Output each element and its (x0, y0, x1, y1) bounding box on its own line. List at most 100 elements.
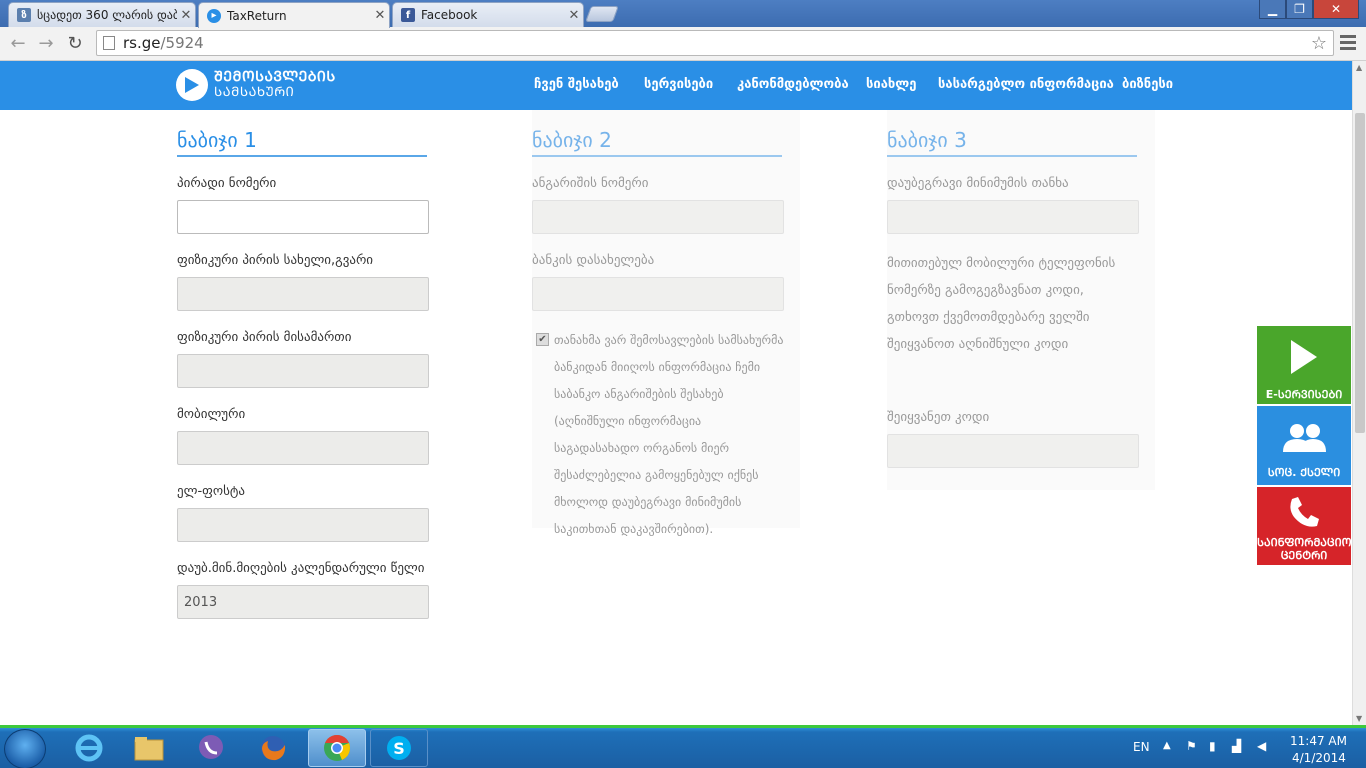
rs-favicon-icon: ▸ (207, 8, 221, 23)
firefox-taskbar-icon[interactable] (244, 729, 302, 767)
account-number-label: ანგარიშის ნომერი (532, 176, 649, 191)
windows-taskbar: S EN ▲ ⚑ ▮ ▟ ◀ 11:47 AM 4/1/2014 (0, 725, 1366, 768)
chrome-taskbar-icon[interactable] (308, 729, 366, 767)
skype-taskbar-icon[interactable]: S (370, 729, 428, 767)
scroll-up-icon[interactable]: ▲ (1356, 63, 1362, 72)
tab-facebook[interactable]: f Facebook ✕ (392, 2, 584, 27)
page-scrollbar[interactable]: ▲ ▼ (1352, 61, 1366, 725)
logo-mark-icon (176, 69, 208, 101)
close-window-icon[interactable]: ✕ (1313, 0, 1359, 19)
language-indicator[interactable]: EN (1133, 740, 1150, 754)
amount-label: დაუბეგრავი მინიმუმის თანხა (887, 176, 1069, 191)
close-icon[interactable]: ✕ (371, 8, 389, 23)
nav-news[interactable]: სიახლე (866, 77, 916, 92)
tab-label: TaxReturn (227, 8, 287, 23)
personal-number-label: პირადი ნომერი (177, 176, 277, 191)
close-icon[interactable]: ✕ (177, 8, 195, 23)
close-icon[interactable]: ✕ (565, 8, 583, 23)
consent-checkbox[interactable]: ✔ (536, 333, 549, 346)
amount-input[interactable] (887, 200, 1139, 234)
network-signal-icon[interactable]: ▟ (1232, 739, 1241, 753)
nav-legislation[interactable]: კანონმდებლობა (737, 77, 849, 92)
explorer-taskbar-icon[interactable] (120, 729, 178, 767)
tray-expand-icon[interactable]: ▲ (1163, 740, 1171, 751)
url-host: rs.ge (123, 34, 161, 52)
code-input[interactable] (887, 434, 1139, 468)
mobile-input[interactable] (177, 431, 429, 465)
tab-taxreturn[interactable]: ▸ TaxReturn ✕ (198, 2, 390, 28)
maximize-icon[interactable]: ❐ (1286, 0, 1313, 19)
main-content: ნაბიჯი 1 პირადი ნომერი ფიზიკური პირის სა… (0, 110, 1352, 725)
ie-taskbar-icon[interactable] (60, 729, 118, 767)
site-header: ᲨᲔᲛᲝᲡᲐᲕᲚᲔᲑᲘᲡ ᲡᲐᲛᲡᲐᲮᲣᲠᲘ ჩვენ შესახებ სერვ… (0, 61, 1352, 110)
browser-toolbar: ← → ↻ rs.ge/5924 ☆ (0, 27, 1366, 61)
viber-taskbar-icon[interactable] (182, 729, 240, 767)
clock-date[interactable]: 4/1/2014 (1292, 751, 1346, 765)
personal-number-input[interactable] (177, 200, 429, 234)
phone-icon (1290, 497, 1319, 527)
volume-muted-icon[interactable]: ◀ (1257, 739, 1266, 753)
code-label: შეიყვანეთ კოდი (887, 410, 990, 425)
info-center-button[interactable]: ᲡᲐᲘᲜᲤᲝᲠᲛᲐᲪᲘᲝ ᲪᲔᲜᲢᲠᲘ (1257, 487, 1351, 565)
sms-info-text: მითითებულ მობილური ტელეფონის ნომერზე გამ… (887, 256, 1116, 352)
scroll-down-icon[interactable]: ▼ (1356, 714, 1362, 723)
logo-line2: ᲡᲐᲛᲡᲐᲮᲣᲠᲘ (214, 85, 295, 100)
logo-line1: ᲨᲔᲛᲝᲡᲐᲕᲚᲔᲑᲘᲡ (214, 69, 336, 85)
step2-title: ნაბიჯი 2 (532, 128, 782, 157)
new-tab-button[interactable] (585, 6, 619, 22)
email-label: ელ-ფოსტა (177, 484, 245, 499)
year-input[interactable]: 2013 (177, 585, 429, 619)
rs-logo[interactable]: ᲨᲔᲛᲝᲡᲐᲕᲚᲔᲑᲘᲡ ᲡᲐᲛᲡᲐᲮᲣᲠᲘ (176, 69, 336, 101)
bank-consent: ✔ თანახმა ვარ შემოსავლების სამსახურმა ბა… (532, 327, 788, 543)
svg-text:S: S (393, 739, 405, 758)
address-bar[interactable]: rs.ge/5924 ☆ (96, 30, 1334, 56)
minimize-icon[interactable]: ▁ (1259, 0, 1286, 19)
nav-about[interactable]: ჩვენ შესახებ (534, 77, 619, 92)
step3-title: ნაბიჯი 3 (887, 128, 1137, 157)
full-name-input[interactable] (177, 277, 429, 311)
account-number-input[interactable] (532, 200, 784, 234)
step3-section: ნაბიჯი 3 დაუბეგრავი მინიმუმის თანხა მითი… (887, 110, 1155, 490)
e-services-button[interactable]: E-ᲡᲔᲠᲕᲘᲡᲔᲑᲘ (1257, 326, 1351, 404)
scroll-thumb[interactable] (1355, 113, 1365, 433)
tab-label: Facebook (421, 8, 478, 22)
forward-icon[interactable]: → (34, 31, 58, 55)
nav-business[interactable]: ბიზნესი (1122, 77, 1173, 92)
facebook-favicon-icon: f (401, 8, 415, 22)
bank-name-input[interactable] (532, 277, 784, 311)
chrome-menu-icon[interactable] (1340, 35, 1356, 53)
action-center-flag-icon[interactable]: ⚑ (1186, 739, 1197, 753)
clock-time[interactable]: 11:47 AM (1290, 734, 1347, 748)
back-icon[interactable]: ← (6, 31, 30, 55)
address-label: ფიზიკური პირის მისამართი (177, 330, 352, 345)
web-page: ᲨᲔᲛᲝᲡᲐᲕᲚᲔᲑᲘᲡ ᲡᲐᲛᲡᲐᲮᲣᲠᲘ ჩვენ შესახებ სერვ… (0, 61, 1352, 725)
start-button[interactable] (4, 729, 46, 768)
social-network-label: ᲡᲝᲪ. ᲥᲡᲔᲚᲘ (1267, 466, 1341, 479)
year-label: დაუბ.მინ.მიღების კალენდარული წელი (177, 561, 425, 576)
power-icon[interactable]: ▮ (1209, 739, 1216, 753)
people-icon (1283, 424, 1326, 452)
email-input[interactable] (177, 508, 429, 542)
consent-text: თანახმა ვარ შემოსავლების სამსახურმა ბანკ… (554, 333, 784, 536)
step2-section: ნაბიჯი 2 ანგარიშის ნომერი ბანკის დასახელ… (532, 110, 800, 536)
tab-deals[interactable]: ზ სცადეთ 360 ლარის დაბრ ✕ (8, 2, 196, 27)
reload-icon[interactable]: ↻ (63, 31, 87, 55)
nav-useful-info[interactable]: სასარგებლო ინფორმაცია (938, 77, 1114, 92)
info-center-label: ᲡᲐᲘᲜᲤᲝᲠᲛᲐᲪᲘᲝ ᲪᲔᲜᲢᲠᲘ (1257, 536, 1352, 562)
tab-label: სცადეთ 360 ლარის დაბრ (37, 8, 177, 22)
nav-services[interactable]: სერვისები (644, 77, 713, 92)
bank-name-label: ბანკის დასახელება (532, 253, 655, 268)
page-icon (103, 36, 115, 50)
browser-tab-strip: ზ სცადეთ 360 ლარის დაბრ ✕ ▸ TaxReturn ✕ … (0, 0, 1366, 28)
social-network-button[interactable]: ᲡᲝᲪ. ᲥᲡᲔᲚᲘ (1257, 406, 1351, 485)
deals-favicon-icon: ზ (17, 8, 31, 22)
address-input[interactable] (177, 354, 429, 388)
bookmark-star-icon[interactable]: ☆ (1311, 33, 1327, 54)
full-name-label: ფიზიკური პირის სახელი,გვარი (177, 253, 374, 268)
url-path: /5924 (160, 34, 204, 52)
play-icon (1291, 340, 1317, 374)
step1-title: ნაბიჯი 1 (177, 128, 427, 157)
mobile-label: მობილური (177, 407, 246, 422)
e-services-label: E-ᲡᲔᲠᲕᲘᲡᲔᲑᲘ (1265, 388, 1343, 401)
step1-section: ნაბიჯი 1 პირადი ნომერი ფიზიკური პირის სა… (177, 110, 445, 619)
